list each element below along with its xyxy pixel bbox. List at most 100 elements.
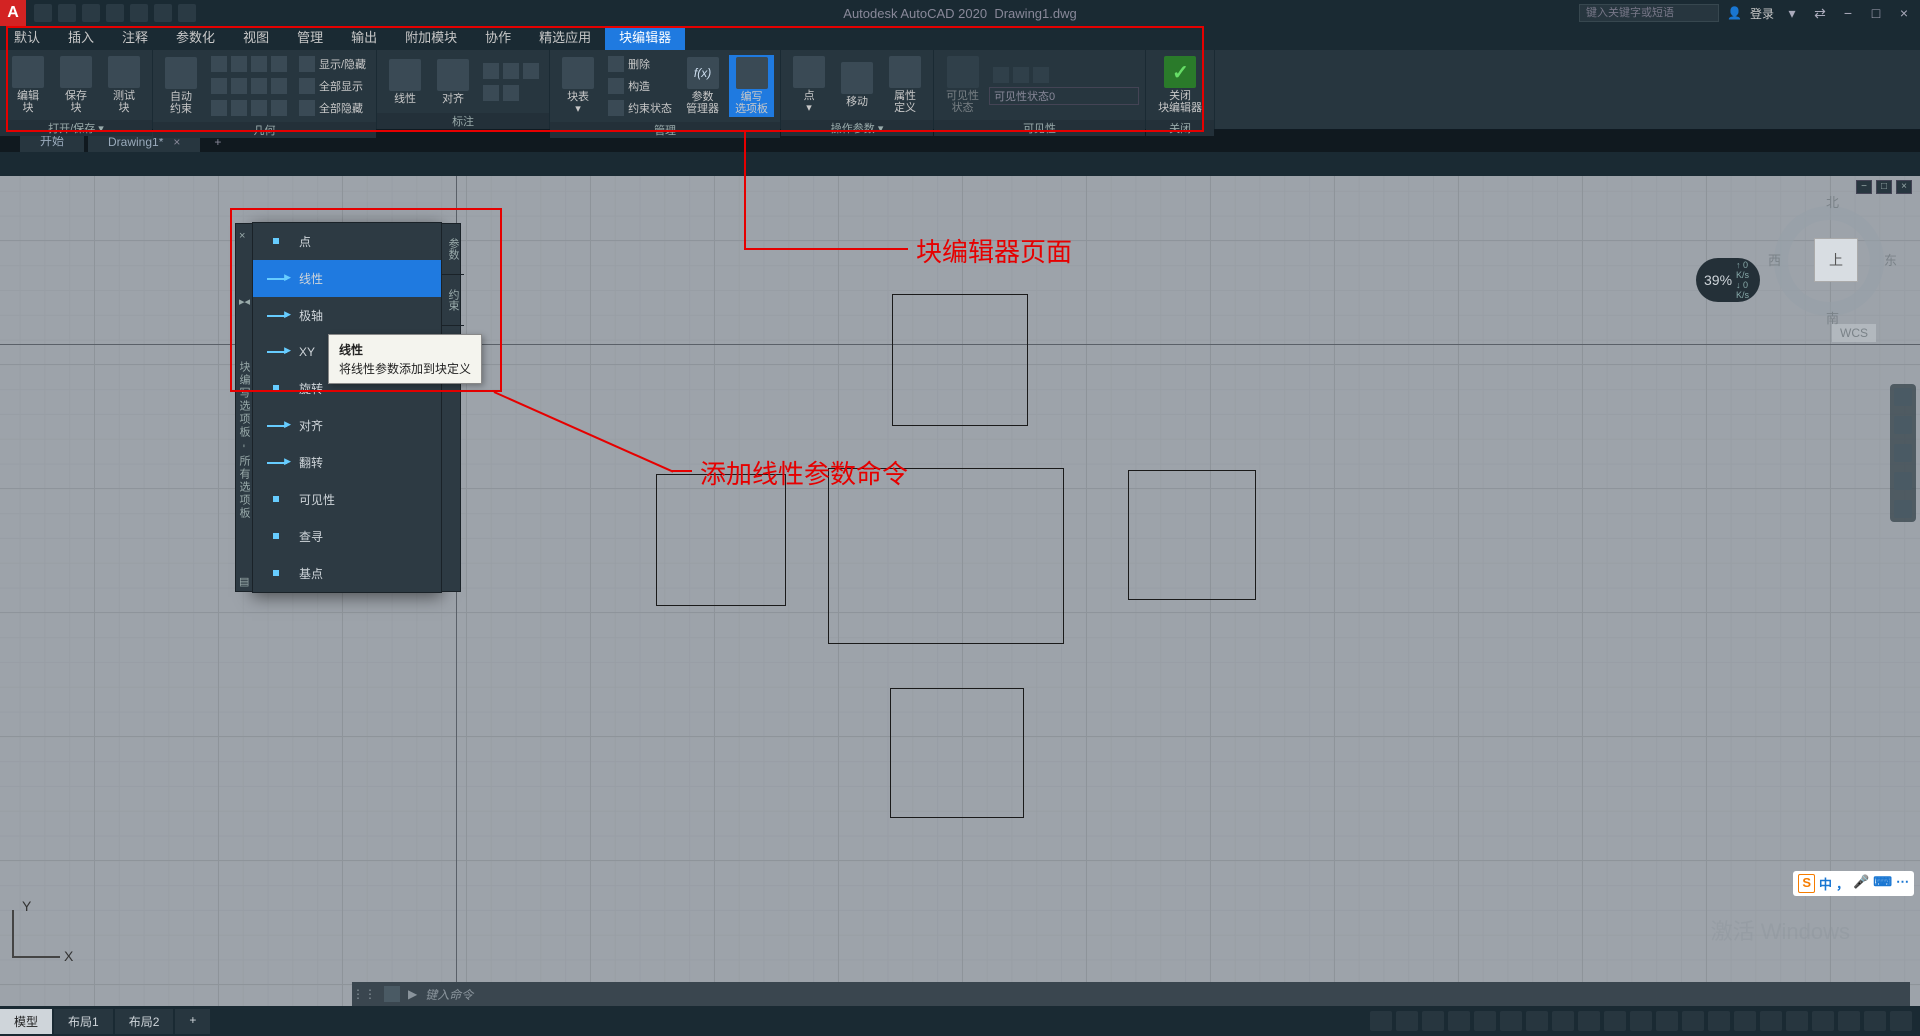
- palette-menu-icon[interactable]: ▤: [239, 575, 249, 585]
- viewcube-east[interactable]: 东: [1884, 250, 1897, 269]
- ime-lang-icon[interactable]: 中: [1819, 874, 1832, 893]
- sb-lineweight-icon[interactable]: [1604, 1011, 1626, 1031]
- viewport-max-button[interactable]: □: [1876, 180, 1892, 194]
- sb-annomonitor-icon[interactable]: [1734, 1011, 1756, 1031]
- block-rect-center[interactable]: [828, 468, 1064, 644]
- app-menu-icon[interactable]: ▾: [1782, 4, 1802, 22]
- qat-open-icon[interactable]: [58, 4, 76, 22]
- param-polar[interactable]: 极轴: [253, 297, 441, 334]
- test-block-button[interactable]: 测试 块: [102, 54, 146, 116]
- sb-isodraft-icon[interactable]: [1500, 1011, 1522, 1031]
- command-line[interactable]: ▶ 键入命令: [376, 982, 1910, 1006]
- tab-featured[interactable]: 精选应用: [525, 26, 605, 50]
- minimize-button[interactable]: −: [1838, 4, 1858, 22]
- sb-polar-icon[interactable]: [1474, 1011, 1496, 1031]
- param-flip[interactable]: 翻转: [253, 444, 441, 481]
- viewcube-north[interactable]: 北: [1826, 192, 1839, 211]
- model-tab[interactable]: 模型: [0, 1009, 52, 1034]
- block-table-button[interactable]: 块表 ▾: [556, 55, 600, 117]
- signin-icon[interactable]: 👤: [1727, 6, 1742, 20]
- param-visibility[interactable]: 可见性: [253, 481, 441, 518]
- move-action-button[interactable]: 移动: [835, 60, 879, 110]
- palette-tab-params[interactable]: 参数: [442, 224, 464, 275]
- block-rect-left[interactable]: [656, 474, 786, 606]
- palette-close-icon[interactable]: ×: [239, 230, 249, 240]
- close-button[interactable]: ×: [1894, 4, 1914, 22]
- nav-orbit-icon[interactable]: [1894, 472, 1912, 490]
- param-align[interactable]: 对齐: [253, 407, 441, 444]
- ime-sogou-icon[interactable]: S: [1798, 874, 1815, 893]
- show-hide-button[interactable]: 显示/隐藏: [295, 54, 370, 74]
- panel-action-params-title[interactable]: 操作参数 ▾: [781, 120, 933, 136]
- nav-showmotion-icon[interactable]: [1894, 500, 1912, 518]
- sb-quickprops-icon[interactable]: [1786, 1011, 1808, 1031]
- param-point[interactable]: 点: [253, 223, 441, 260]
- sb-customize-icon[interactable]: [1890, 1011, 1912, 1031]
- palette-pin-icon[interactable]: ▸◂: [239, 295, 249, 305]
- qat-save-icon[interactable]: [82, 4, 100, 22]
- panel-open-save-title[interactable]: 打开/保存 ▾: [0, 120, 152, 136]
- command-close-icon[interactable]: [384, 986, 400, 1002]
- sb-ortho-icon[interactable]: [1448, 1011, 1470, 1031]
- command-line-handle[interactable]: ⋮⋮: [352, 982, 376, 1006]
- sb-hardware-icon[interactable]: [1838, 1011, 1860, 1031]
- qat-plot-icon[interactable]: [130, 4, 148, 22]
- nav-pan-icon[interactable]: [1894, 416, 1912, 434]
- ime-more-icon[interactable]: ⋯: [1896, 874, 1909, 893]
- palette-tab-constraints[interactable]: 约束: [442, 275, 464, 326]
- param-mgr-button[interactable]: f(x)参数 管理器: [680, 55, 725, 117]
- sb-isolate-icon[interactable]: [1812, 1011, 1834, 1031]
- show-all-button[interactable]: 全部显示: [295, 76, 370, 96]
- qat-new-icon[interactable]: [34, 4, 52, 22]
- sb-cleanscreen-icon[interactable]: [1864, 1011, 1886, 1031]
- nav-zoom-icon[interactable]: [1894, 444, 1912, 462]
- geo-icon-1[interactable]: [207, 54, 291, 74]
- close-block-editor-button[interactable]: 关闭 块编辑器: [1152, 54, 1208, 116]
- maximize-button[interactable]: □: [1866, 4, 1886, 22]
- palette-title-strip[interactable]: × ▸◂ 块编写选项板 - 所有选项板 ▤: [235, 223, 253, 592]
- auto-constrain-button[interactable]: 自动 约束: [159, 55, 203, 117]
- sb-grid-icon[interactable]: [1396, 1011, 1418, 1031]
- hide-all-button[interactable]: 全部隐藏: [295, 98, 370, 118]
- attr-def-button[interactable]: 属性 定义: [883, 54, 927, 116]
- qat-saveas-icon[interactable]: [106, 4, 124, 22]
- vis-icon-row[interactable]: [989, 65, 1139, 85]
- tab-default[interactable]: 默认: [0, 26, 54, 50]
- tab-addins[interactable]: 附加模块: [391, 26, 471, 50]
- sb-osnap-icon[interactable]: [1526, 1011, 1548, 1031]
- visibility-state-button[interactable]: 可见性 状态: [940, 54, 985, 116]
- ime-kb-icon[interactable]: ⌨: [1873, 874, 1892, 893]
- sb-model-icon[interactable]: [1370, 1011, 1392, 1031]
- dim-icon-row[interactable]: [479, 61, 543, 81]
- layout2-tab[interactable]: 布局2: [115, 1009, 174, 1034]
- geo-icon-3[interactable]: [207, 98, 291, 118]
- wcs-label[interactable]: WCS: [1832, 324, 1876, 342]
- sb-transparency-icon[interactable]: [1630, 1011, 1652, 1031]
- viewport-min-button[interactable]: −: [1856, 180, 1872, 194]
- tab-annotate[interactable]: 注释: [108, 26, 162, 50]
- align-dim-button[interactable]: 对齐: [431, 57, 475, 107]
- sb-cycling-icon[interactable]: [1656, 1011, 1678, 1031]
- sb-otrack-icon[interactable]: [1578, 1011, 1600, 1031]
- tab-collaborate[interactable]: 协作: [471, 26, 525, 50]
- layout1-tab[interactable]: 布局1: [54, 1009, 113, 1034]
- param-basepoint[interactable]: 基点: [253, 555, 441, 592]
- constraint-status-button[interactable]: 约束状态: [604, 98, 676, 118]
- tab-insert[interactable]: 插入: [54, 26, 108, 50]
- sb-3dosnap-icon[interactable]: [1552, 1011, 1574, 1031]
- param-lookup[interactable]: 查寻: [253, 518, 441, 555]
- ime-mic-icon[interactable]: 🎤: [1853, 874, 1869, 893]
- qat-redo-icon[interactable]: [178, 4, 196, 22]
- authoring-palette-button[interactable]: 编写 选项板: [729, 55, 774, 117]
- block-authoring-palette[interactable]: × ▸◂ 块编写选项板 - 所有选项板 ▤ 参数 约束 点 线性 极轴 XY 旋…: [252, 222, 442, 593]
- sb-snap-icon[interactable]: [1422, 1011, 1444, 1031]
- visibility-state-combo[interactable]: 可见性状态0: [989, 87, 1139, 105]
- exchange-icon[interactable]: ⇄: [1810, 4, 1830, 22]
- tab-output[interactable]: 输出: [337, 26, 391, 50]
- viewcube-west[interactable]: 西: [1768, 250, 1781, 269]
- nav-wheel-icon[interactable]: [1894, 388, 1912, 406]
- ime-punct-icon[interactable]: ，: [1836, 874, 1849, 893]
- app-logo[interactable]: A: [0, 0, 26, 26]
- add-layout-button[interactable]: +: [175, 1009, 210, 1034]
- tab-manage[interactable]: 管理: [283, 26, 337, 50]
